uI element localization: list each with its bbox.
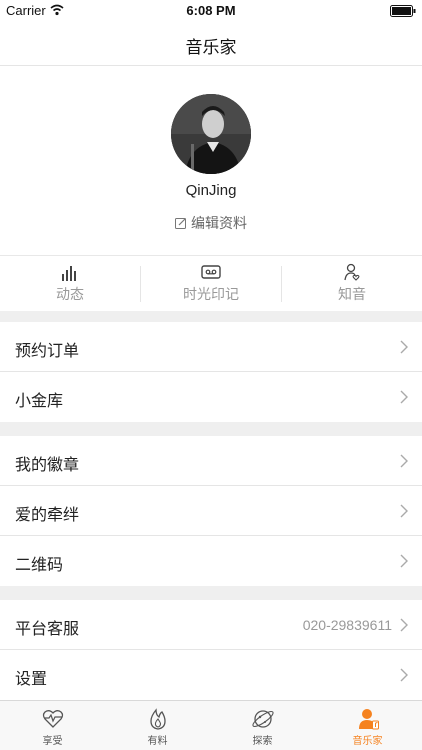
menu-item-label: 爱的牵绊 — [15, 505, 80, 524]
chevron-right-icon — [400, 668, 408, 682]
service-phone[interactable]: 020-29839611 — [303, 617, 392, 633]
username: QinJing — [185, 182, 237, 199]
tab-label: 享受 — [42, 736, 63, 747]
status-time: 6:08 PM — [186, 3, 236, 18]
chevron-right-icon — [400, 554, 408, 568]
menu-item-label: 我的徽章 — [15, 455, 80, 474]
tab-label: 音乐家 — [352, 736, 383, 747]
menu-item-service[interactable]: 平台客服 020-29839611 — [0, 600, 422, 650]
profile-header: QinJing 编辑资料 — [0, 67, 422, 255]
menu-item-label: 二维码 — [15, 555, 64, 574]
edit-icon — [175, 218, 186, 229]
page-title: 音乐家 — [185, 38, 237, 58]
cassette-icon — [201, 265, 221, 279]
flame-icon — [149, 708, 166, 730]
menu-item-label: 设置 — [15, 669, 48, 688]
person-heart-icon — [344, 263, 360, 281]
stats-row: 动态 时光印记 知音 — [0, 255, 422, 311]
section-gap — [0, 422, 422, 436]
menu-item-bond[interactable]: 爱的牵绊 — [0, 486, 422, 536]
tab-label: 探索 — [252, 736, 273, 747]
avatar[interactable] — [171, 94, 251, 174]
tab-musician[interactable]: 音乐家 — [315, 701, 420, 750]
tab-enjoy[interactable]: 享受 — [0, 701, 105, 750]
stat-label: 知音 — [338, 287, 366, 303]
section-gap — [0, 586, 422, 600]
menu-item-vault[interactable]: 小金库 — [0, 372, 422, 422]
musician-icon — [358, 709, 379, 730]
stat-label: 时光印记 — [183, 287, 239, 303]
tab-label: 有料 — [147, 736, 168, 747]
chevron-right-icon — [400, 618, 408, 632]
nav-bar: 音乐家 — [0, 22, 422, 66]
tab-bar: 享受 有料 探索 音乐家 — [0, 700, 422, 750]
stat-soulmate[interactable]: 知音 — [282, 256, 422, 312]
planet-icon — [251, 710, 274, 728]
chevron-right-icon — [400, 390, 408, 404]
menu-item-qrcode[interactable]: 二维码 — [0, 536, 422, 586]
edit-profile-button[interactable]: 编辑资料 — [0, 213, 422, 233]
chevron-right-icon — [400, 340, 408, 354]
menu-item-label: 小金库 — [15, 391, 64, 410]
tab-content[interactable]: 有料 — [105, 701, 210, 750]
heartbeat-icon — [42, 710, 63, 728]
edit-profile-label: 编辑资料 — [191, 216, 247, 232]
menu-item-label: 预约订单 — [15, 341, 80, 360]
stat-activity[interactable]: 动态 — [0, 256, 140, 312]
avatar-image — [171, 94, 251, 174]
menu-item-label: 平台客服 — [15, 619, 80, 638]
chevron-right-icon — [400, 504, 408, 518]
stat-timeline[interactable]: 时光印记 — [141, 256, 281, 312]
menu-item-orders[interactable]: 预约订单 — [0, 322, 422, 372]
battery-icon — [390, 5, 416, 17]
bar-chart-icon — [62, 266, 76, 281]
chevron-right-icon — [400, 454, 408, 468]
stat-label: 动态 — [56, 287, 84, 303]
section-gap — [0, 311, 422, 322]
tab-explore[interactable]: 探索 — [210, 701, 315, 750]
menu-item-badges[interactable]: 我的徽章 — [0, 436, 422, 486]
status-bar: Carrier 6:08 PM — [0, 0, 422, 22]
menu-item-settings[interactable]: 设置 — [0, 650, 422, 700]
